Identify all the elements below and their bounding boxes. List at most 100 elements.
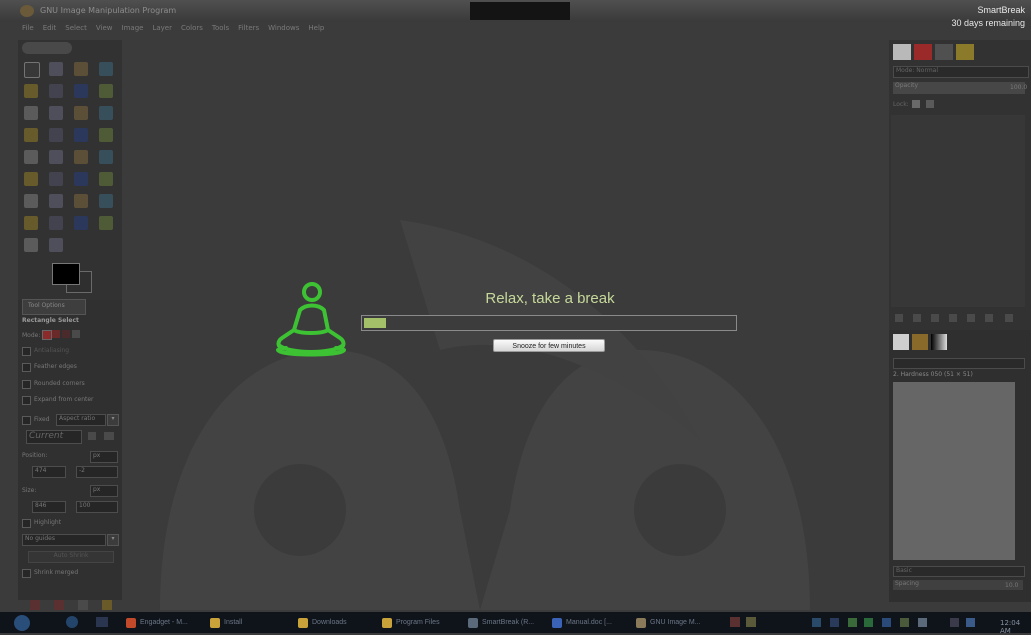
feather-edges-checkbox[interactable]: [22, 363, 31, 372]
shear-icon[interactable]: [24, 150, 38, 164]
lock-alpha-icon[interactable]: [926, 100, 934, 108]
blur-icon[interactable]: [99, 216, 113, 230]
move-icon[interactable]: [99, 106, 113, 120]
taskbar-item[interactable]: Manual.doc [...: [552, 616, 612, 629]
reset-options-icon[interactable]: [102, 600, 112, 610]
ink-icon[interactable]: [99, 194, 113, 208]
menu-select[interactable]: Select: [65, 24, 87, 38]
menu-file[interactable]: File: [22, 24, 34, 38]
flip-icon[interactable]: [74, 150, 88, 164]
bucket-fill-icon[interactable]: [49, 172, 63, 186]
fixed-select[interactable]: Aspect ratio: [56, 414, 106, 426]
text-icon[interactable]: [24, 172, 38, 186]
guides-select[interactable]: No guides: [22, 534, 106, 546]
tray-icon[interactable]: [966, 618, 975, 627]
tray-icon[interactable]: [950, 618, 959, 627]
menu-layer[interactable]: Layer: [152, 24, 172, 38]
measure-icon[interactable]: [74, 106, 88, 120]
paths-tab-icon[interactable]: [935, 44, 953, 60]
show-desktop-icon[interactable]: [96, 617, 108, 627]
fuzzy-select-icon[interactable]: [99, 62, 113, 76]
save-options-icon[interactable]: [30, 600, 40, 610]
scale-icon[interactable]: [99, 128, 113, 142]
perspective-icon[interactable]: [49, 150, 63, 164]
tray-icon[interactable]: [848, 618, 857, 627]
restore-options-icon[interactable]: [54, 600, 64, 610]
brush-tag-field[interactable]: Basic: [893, 566, 1025, 577]
start-button[interactable]: [14, 615, 30, 631]
position-y-input[interactable]: -2: [76, 466, 118, 478]
volume-icon[interactable]: [918, 618, 927, 627]
airbrush-icon[interactable]: [74, 194, 88, 208]
cage-icon[interactable]: [99, 150, 113, 164]
landscape-icon[interactable]: [104, 432, 114, 440]
menu-filters[interactable]: Filters: [238, 24, 259, 38]
new-group-icon[interactable]: [913, 314, 921, 322]
size-width-input[interactable]: 846: [32, 501, 66, 513]
duplicate-layer-icon[interactable]: [967, 314, 975, 322]
auto-shrink-button[interactable]: Auto Shrink: [28, 551, 114, 563]
taskbar-item[interactable]: Downloads: [298, 616, 347, 629]
foreground-select-icon[interactable]: [74, 84, 88, 98]
taskbar-item[interactable]: Install: [210, 616, 242, 629]
anchor-layer-icon[interactable]: [985, 314, 993, 322]
zoom-icon[interactable]: [49, 106, 63, 120]
chevron-down-icon[interactable]: ▾: [107, 414, 119, 426]
smudge-icon[interactable]: [24, 238, 38, 252]
opacity-slider[interactable]: Opacity: [893, 82, 1025, 94]
free-select-icon[interactable]: [74, 62, 88, 76]
mode-subtract-icon[interactable]: [62, 330, 70, 338]
color-picker-icon[interactable]: [24, 106, 38, 120]
current-field[interactable]: Current: [26, 430, 82, 444]
tray-icon[interactable]: [864, 618, 873, 627]
layers-list[interactable]: [891, 115, 1025, 307]
guides-chevron-icon[interactable]: ▾: [107, 534, 119, 546]
lock-pixels-icon[interactable]: [912, 100, 920, 108]
portrait-icon[interactable]: [88, 432, 96, 440]
heal-icon[interactable]: [49, 216, 63, 230]
tray-icon[interactable]: [900, 618, 909, 627]
paintbrush-icon[interactable]: [24, 194, 38, 208]
taskbar-item[interactable]: SmartBreak (R...: [468, 616, 534, 629]
eraser-icon[interactable]: [49, 194, 63, 208]
tray-icon[interactable]: [812, 618, 821, 627]
size-unit-select[interactable]: px: [90, 485, 118, 497]
menu-windows[interactable]: Windows: [268, 24, 299, 38]
crop-icon[interactable]: [49, 128, 63, 142]
dodge-burn-icon[interactable]: [49, 238, 63, 252]
menu-view[interactable]: View: [96, 24, 113, 38]
fixed-checkbox[interactable]: [22, 416, 31, 425]
perspective-clone-icon[interactable]: [74, 216, 88, 230]
layer-mode-select[interactable]: Mode: Normal: [893, 66, 1029, 78]
expand-from-center-checkbox[interactable]: [22, 396, 31, 405]
shrink-merged-checkbox[interactable]: [22, 569, 31, 578]
rounded-corners-checkbox[interactable]: [22, 380, 31, 389]
tray-icon[interactable]: [830, 618, 839, 627]
position-unit-select[interactable]: px: [90, 451, 118, 463]
layers-tab-icon[interactable]: [893, 44, 911, 60]
taskbar-item[interactable]: Engadget - M...: [126, 616, 188, 629]
snooze-button[interactable]: Snooze for few minutes: [493, 339, 605, 352]
pinned-app-icon[interactable]: [730, 617, 740, 627]
pinned-app-icon[interactable]: [746, 617, 756, 627]
brushes-tab-icon[interactable]: [893, 334, 909, 350]
mode-intersect-icon[interactable]: [72, 330, 80, 338]
raise-layer-icon[interactable]: [931, 314, 939, 322]
highlight-checkbox[interactable]: [22, 519, 31, 528]
channels-tab-icon[interactable]: [914, 44, 932, 60]
brush-tag-filter[interactable]: [893, 358, 1025, 369]
taskbar-item[interactable]: GNU Image M...: [636, 616, 701, 629]
ie-icon[interactable]: [66, 616, 78, 628]
menu-colors[interactable]: Colors: [181, 24, 203, 38]
clone-icon[interactable]: [24, 216, 38, 230]
menu-edit[interactable]: Edit: [43, 24, 57, 38]
blend-icon[interactable]: [74, 172, 88, 186]
ellipse-select-icon[interactable]: [49, 62, 63, 76]
menu-image[interactable]: Image: [122, 24, 144, 38]
menu-tools[interactable]: Tools: [212, 24, 229, 38]
foreground-color-swatch[interactable]: [52, 263, 80, 285]
rotate-icon[interactable]: [74, 128, 88, 142]
pencil-icon[interactable]: [99, 172, 113, 186]
size-height-input[interactable]: 100: [76, 501, 118, 513]
taskbar-item[interactable]: Program Files: [382, 616, 440, 629]
